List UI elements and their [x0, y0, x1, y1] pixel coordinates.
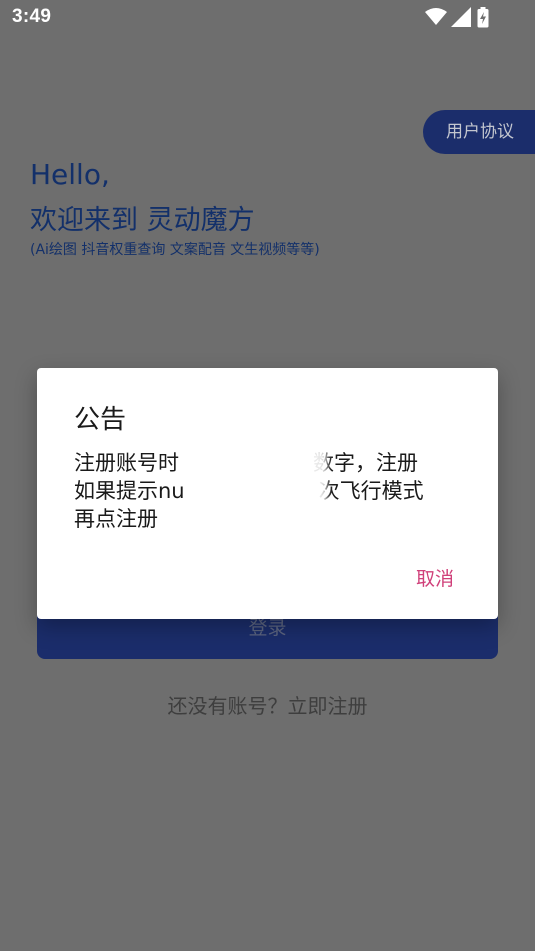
wifi-icon — [425, 8, 447, 25]
dialog-line-1-end: 数字，注册 — [313, 451, 418, 475]
user-agreement-button[interactable]: 用户协议 — [423, 110, 535, 154]
dialog-line-2-start: 如果提示nu — [74, 479, 185, 503]
announcement-dialog: 公告 注册账号时 数字，注册 如果提示nu 次飞行模式 再点注册 取消 — [37, 368, 498, 619]
cellular-signal-icon — [451, 7, 471, 27]
login-button-label: 登录 — [248, 617, 287, 639]
register-link[interactable]: 还没有账号？立即注册 — [0, 690, 535, 719]
welcome-title: 欢迎来到 灵动魔方 — [30, 205, 255, 236]
feature-subtitle: (Ai绘图 抖音权重查询 文案配音 文生视频等等) — [30, 242, 320, 258]
dialog-line-1-start: 注册账号时 — [74, 451, 179, 475]
dialog-title: 公告 — [74, 405, 127, 435]
redacted-text-blur — [189, 448, 327, 510]
cancel-button[interactable]: 取消 — [416, 564, 454, 591]
greeting-text: Hello, — [30, 158, 110, 191]
dialog-line-2-end: 次飞行模式 — [318, 479, 424, 503]
battery-charging-icon — [477, 7, 489, 28]
status-bar: 3:49 — [0, 0, 535, 36]
status-time: 3:49 — [12, 6, 52, 27]
